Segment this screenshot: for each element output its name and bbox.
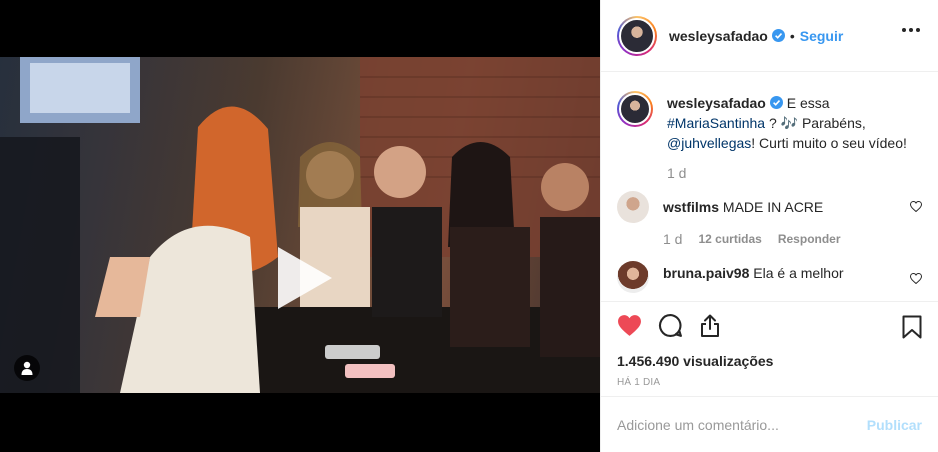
- caption-text-after: ! Curti muito o seu vídeo!: [751, 135, 907, 151]
- verified-icon: [771, 29, 785, 42]
- video-player[interactable]: [0, 0, 600, 452]
- caption-avatar[interactable]: [617, 91, 653, 127]
- heart-icon[interactable]: [617, 314, 642, 340]
- share-icon[interactable]: [699, 314, 721, 341]
- comment-item: bruna.paiv98 Ela é a melhor: [617, 261, 923, 293]
- comment-text: MADE IN ACRE: [722, 199, 824, 215]
- caption-text-before: E essa: [786, 95, 830, 111]
- author-avatar[interactable]: [617, 15, 657, 56]
- post-header: wesleysafadao • Seguir: [601, 0, 938, 72]
- post-timestamp[interactable]: HÁ 1 DIA: [617, 377, 922, 388]
- comment-input[interactable]: [617, 416, 867, 433]
- comment-text: Ela é a melhor: [753, 265, 844, 281]
- publish-button[interactable]: Publicar: [867, 417, 922, 433]
- caption-username[interactable]: wesleysafadao: [667, 95, 766, 111]
- author-username[interactable]: wesleysafadao: [669, 28, 768, 44]
- comment-item: wstfilms MADE IN ACRE 1 d 12 curtidas Re…: [617, 191, 923, 249]
- comment-username[interactable]: wstfilms: [663, 199, 719, 215]
- video-frame[interactable]: [0, 57, 600, 393]
- comment-heart-icon[interactable]: [909, 199, 923, 215]
- comment-username[interactable]: bruna.paiv98: [663, 265, 749, 281]
- comment-icon[interactable]: [658, 313, 683, 341]
- post-actions: 1.456.490 visualizações HÁ 1 DIA: [601, 301, 938, 388]
- bookmark-icon[interactable]: [902, 315, 922, 342]
- comment-likes[interactable]: 12 curtidas: [698, 229, 761, 249]
- caption-mention[interactable]: @juhvellegas: [667, 135, 751, 151]
- video-still: [0, 57, 600, 393]
- more-options-icon[interactable]: [902, 28, 920, 32]
- caption: wesleysafadao E essa #MariaSantinha ? 🎶 …: [617, 91, 922, 183]
- user-tag-icon[interactable]: [14, 355, 40, 381]
- add-comment-bar: Publicar: [601, 396, 938, 452]
- follow-button[interactable]: Seguir: [800, 28, 844, 44]
- caption-age[interactable]: 1 d: [667, 163, 907, 183]
- reply-button[interactable]: Responder: [778, 229, 841, 249]
- verified-icon: [769, 94, 783, 109]
- comments-section: wesleysafadao E essa #MariaSantinha ? 🎶 …: [601, 73, 938, 301]
- comment-avatar[interactable]: [617, 261, 649, 293]
- caption-text-mid: ? 🎶 Parabéns,: [768, 115, 866, 131]
- caption-hashtag[interactable]: #MariaSantinha: [667, 115, 765, 131]
- comment-heart-icon[interactable]: [909, 271, 923, 287]
- view-count[interactable]: 1.456.490 visualizações: [617, 353, 922, 369]
- post-side-panel: wesleysafadao • Seguir wesleysafadao E e…: [600, 0, 938, 452]
- comment-avatar[interactable]: [617, 191, 649, 223]
- comment-age[interactable]: 1 d: [663, 229, 682, 249]
- play-icon[interactable]: [270, 245, 336, 311]
- separator-dot: •: [789, 27, 795, 44]
